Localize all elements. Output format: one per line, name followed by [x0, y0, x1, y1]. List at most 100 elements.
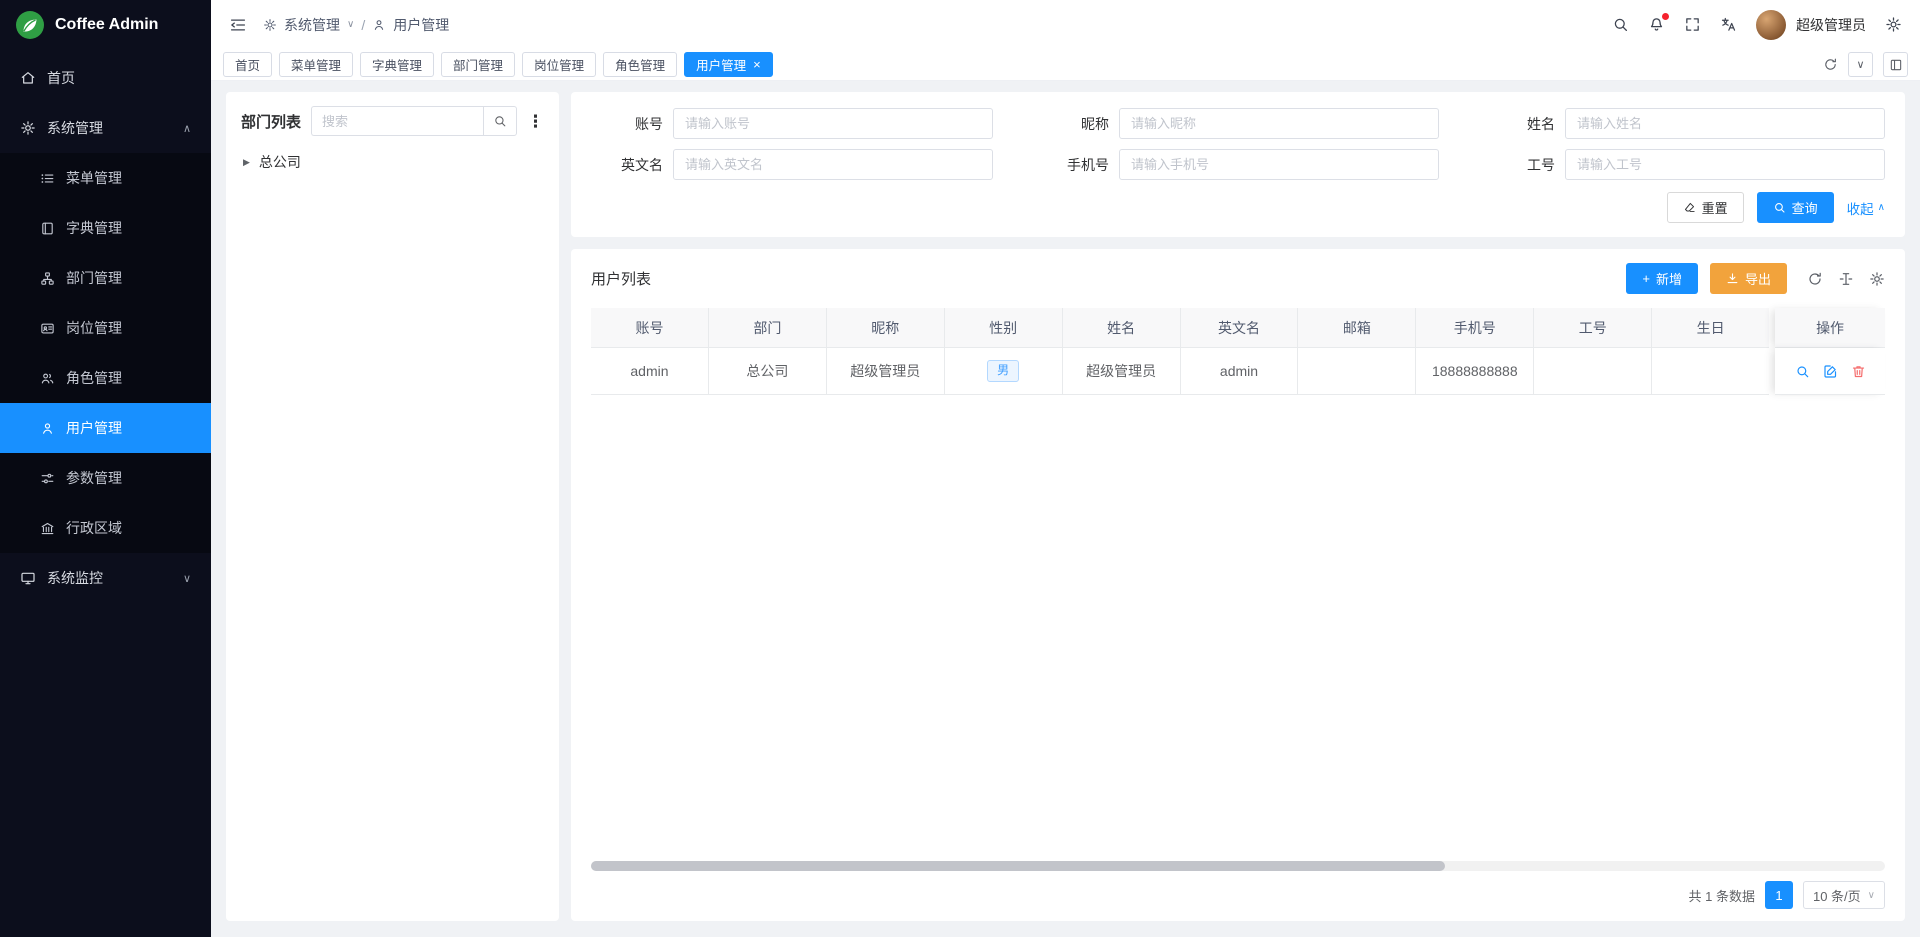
- collapse-form-link[interactable]: 收起 ∧: [1847, 198, 1885, 218]
- search-form-card: 账号 昵称 姓名 英文名: [571, 92, 1905, 237]
- tree-expand-icon[interactable]: ▶: [243, 157, 250, 168]
- tree-node-label: 总公司: [259, 152, 301, 172]
- department-search-group: [311, 106, 517, 136]
- user-table-card: 用户列表 + 新增 导出: [571, 249, 1905, 921]
- cell-phone: 18888888888: [1416, 348, 1534, 395]
- gear-icon[interactable]: [1869, 271, 1885, 287]
- layout-icon[interactable]: [1883, 52, 1908, 77]
- sidebar-item-user-mgmt[interactable]: 用户管理: [0, 403, 211, 453]
- gear-icon: [20, 120, 36, 136]
- pagination: 共 1 条数据 1 10 条/页 ∨: [591, 881, 1885, 909]
- tab-dept-mgmt[interactable]: 部门管理: [441, 52, 515, 77]
- sidebar-group-monitor[interactable]: 系统监控 ∨: [0, 553, 211, 603]
- bell-icon[interactable]: [1648, 16, 1665, 33]
- tab-dropdown-button[interactable]: ∨: [1848, 52, 1873, 77]
- form-item-name: 姓名: [1483, 108, 1885, 139]
- collapse-sidebar-icon[interactable]: [229, 16, 247, 34]
- export-button[interactable]: 导出: [1710, 263, 1787, 294]
- job-number-input[interactable]: [1565, 149, 1885, 180]
- avatar[interactable]: [1756, 10, 1786, 40]
- sidebar-group-system[interactable]: 系统管理 ∧: [0, 103, 211, 153]
- tab-label: 角色管理: [615, 55, 665, 74]
- nickname-input[interactable]: [1119, 108, 1439, 139]
- notification-badge: [1662, 13, 1669, 20]
- table-icon-group: [1807, 271, 1885, 287]
- sidebar-item-post-mgmt[interactable]: 岗位管理: [0, 303, 211, 353]
- refresh-icon[interactable]: [1807, 271, 1823, 287]
- pagination-total: 共 1 条数据: [1689, 886, 1755, 905]
- tab-label: 部门管理: [453, 55, 503, 74]
- field-label: 工号: [1483, 155, 1555, 175]
- sidebar-item-label: 字典管理: [66, 218, 122, 238]
- sidebar-submenu-system: 菜单管理 字典管理 部门管理 岗位管理 角色管理 用户管理: [0, 153, 211, 553]
- sidebar-item-dept-mgmt[interactable]: 部门管理: [0, 253, 211, 303]
- sidebar-item-label: 行政区域: [66, 518, 122, 538]
- sidebar-item-menu-mgmt[interactable]: 菜单管理: [0, 153, 211, 203]
- phone-input[interactable]: [1119, 149, 1439, 180]
- sidebar-item-home[interactable]: 首页: [0, 53, 211, 103]
- sidebar-item-label: 菜单管理: [66, 168, 122, 188]
- name-input[interactable]: [1565, 108, 1885, 139]
- gear-icon[interactable]: [1885, 16, 1902, 33]
- form-item-english-name: 英文名: [591, 149, 993, 180]
- tab-role-mgmt[interactable]: 角色管理: [603, 52, 677, 77]
- tab-label: 字典管理: [372, 55, 422, 74]
- account-input[interactable]: [673, 108, 993, 139]
- form-item-nickname: 昵称: [1037, 108, 1439, 139]
- search-icon[interactable]: [483, 106, 517, 136]
- translate-icon[interactable]: [1720, 16, 1737, 33]
- fullscreen-icon[interactable]: [1684, 16, 1701, 33]
- page-size-select[interactable]: 10 条/页 ∨: [1803, 881, 1885, 909]
- column-header: 邮箱: [1298, 308, 1416, 348]
- page-number-button[interactable]: 1: [1765, 881, 1793, 909]
- sidebar-item-region-mgmt[interactable]: 行政区域: [0, 503, 211, 553]
- close-icon[interactable]: ×: [753, 58, 761, 71]
- collapse-label: 收起: [1847, 198, 1874, 218]
- tab-post-mgmt[interactable]: 岗位管理: [522, 52, 596, 77]
- department-panel-title: 部门列表: [241, 111, 301, 132]
- tab-dict-mgmt[interactable]: 字典管理: [360, 52, 434, 77]
- tab-home[interactable]: 首页: [223, 52, 272, 77]
- horizontal-scrollbar-track[interactable]: [591, 861, 1885, 871]
- form-item-phone: 手机号: [1037, 149, 1439, 180]
- breadcrumb-parent[interactable]: 系统管理: [284, 15, 340, 35]
- search-icon[interactable]: [1612, 16, 1629, 33]
- horizontal-scrollbar-thumb[interactable]: [591, 861, 1445, 871]
- search-form: 账号 昵称 姓名 英文名: [591, 108, 1885, 180]
- tree-node-root[interactable]: ▶ 总公司: [241, 152, 544, 172]
- right-column: 账号 昵称 姓名 英文名: [571, 92, 1905, 921]
- tab-user-mgmt[interactable]: 用户管理 ×: [684, 52, 773, 77]
- tab-menu-mgmt[interactable]: 菜单管理: [279, 52, 353, 77]
- add-user-button[interactable]: + 新增: [1626, 263, 1698, 294]
- sidebar-item-role-mgmt[interactable]: 角色管理: [0, 353, 211, 403]
- field-label: 英文名: [591, 155, 663, 175]
- dictionary-icon: [40, 221, 55, 236]
- bank-icon: [40, 521, 55, 536]
- column-header: 姓名: [1063, 308, 1181, 348]
- reset-button[interactable]: 重置: [1667, 192, 1744, 223]
- table-header-bar: 用户列表 + 新增 导出: [591, 263, 1885, 294]
- sidebar-item-dict-mgmt[interactable]: 字典管理: [0, 203, 211, 253]
- username[interactable]: 超级管理员: [1796, 15, 1866, 35]
- department-panel-header: 部门列表 ⋮: [241, 106, 544, 136]
- export-icon: [1726, 272, 1739, 285]
- id-card-icon: [40, 321, 55, 336]
- query-button[interactable]: 查询: [1757, 192, 1834, 223]
- english-name-input[interactable]: [673, 149, 993, 180]
- more-vertical-icon[interactable]: ⋮: [527, 113, 544, 130]
- sidebar-item-param-mgmt[interactable]: 参数管理: [0, 453, 211, 503]
- refresh-icon[interactable]: [1823, 57, 1838, 72]
- delete-icon[interactable]: [1851, 364, 1866, 379]
- column-width-icon[interactable]: [1838, 271, 1854, 287]
- app-title: Coffee Admin: [55, 16, 158, 34]
- gear-icon: [263, 18, 277, 32]
- edit-icon[interactable]: [1823, 364, 1838, 379]
- chevron-down-icon[interactable]: ∨: [347, 19, 354, 30]
- cell-account: admin: [591, 348, 709, 395]
- sidebar-item-label: 岗位管理: [66, 318, 122, 338]
- view-icon[interactable]: [1795, 364, 1810, 379]
- export-label: 导出: [1745, 269, 1771, 288]
- cell-nickname: 超级管理员: [827, 348, 945, 395]
- department-search-input[interactable]: [311, 106, 483, 136]
- user-table: 账号 部门 昵称 性别 姓名 英文名 邮箱 手机号 工号 生日 操作: [591, 308, 1885, 871]
